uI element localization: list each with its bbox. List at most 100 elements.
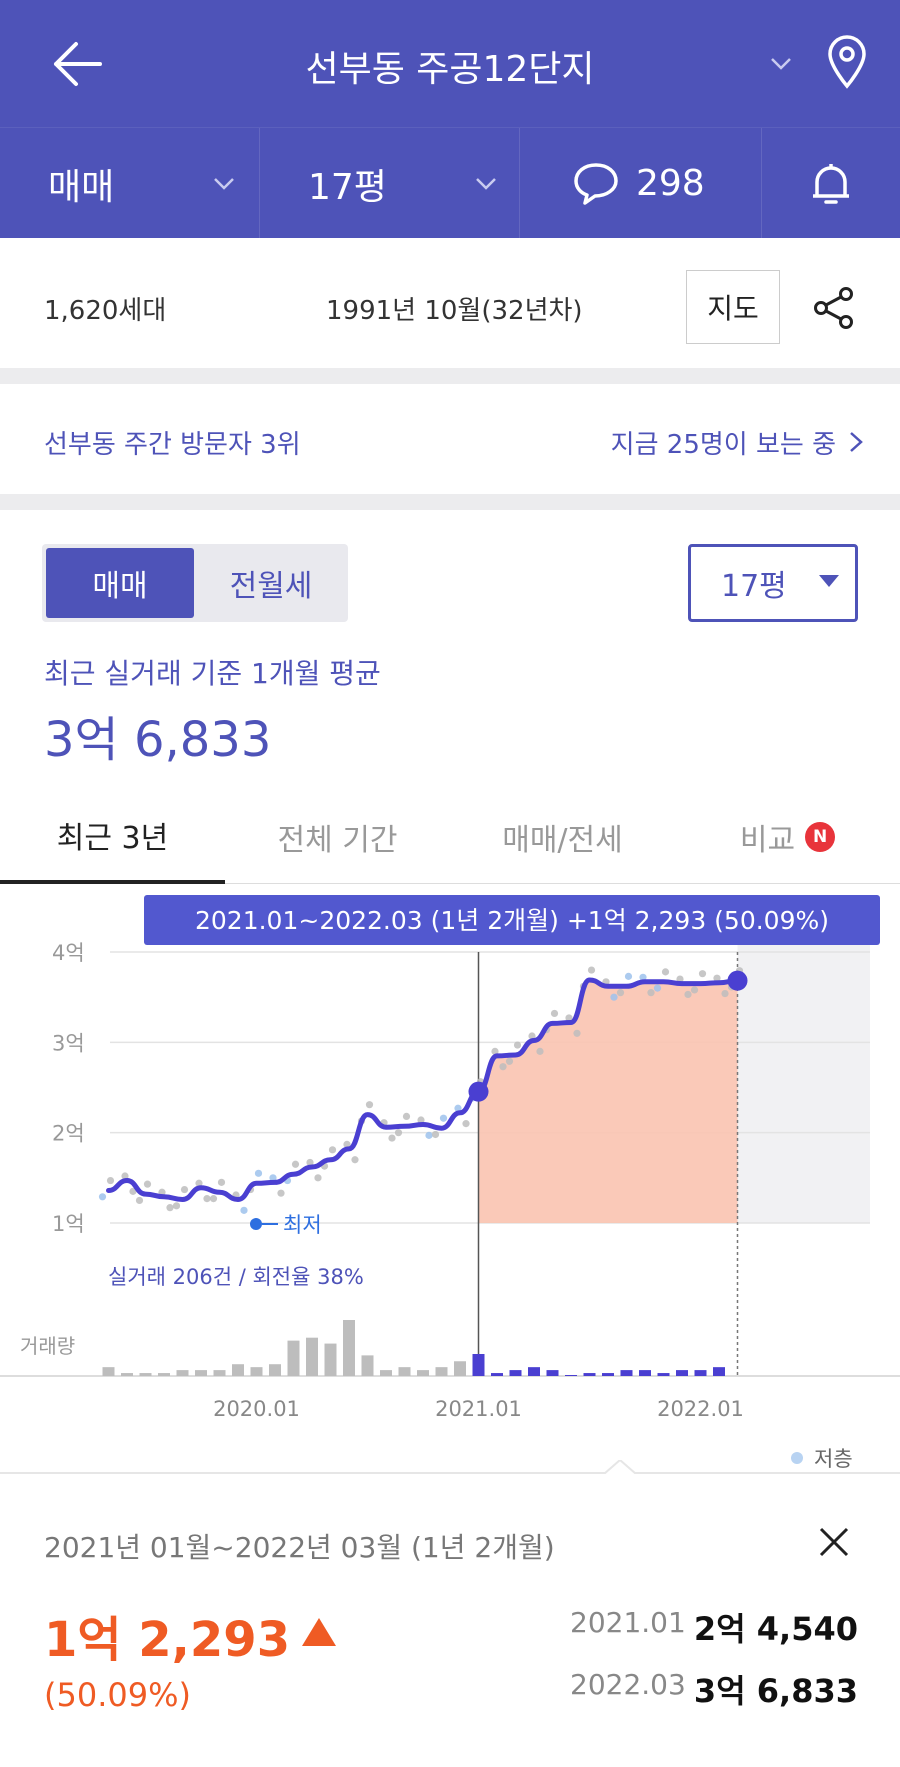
transaction-dot xyxy=(166,1204,174,1212)
transaction-dot xyxy=(684,990,692,999)
transaction-dot xyxy=(402,1112,411,1121)
volume-label: 거래량 xyxy=(20,1334,75,1358)
range-volume-marker xyxy=(472,1354,485,1376)
transaction-dot xyxy=(135,1196,144,1205)
complex-title[interactable]: 선부동 주공12단지 xyxy=(0,40,900,92)
legend-low-floor: 저층 xyxy=(814,1447,853,1471)
volume-bar xyxy=(287,1340,300,1376)
share-icon[interactable] xyxy=(812,286,856,330)
volume-bar xyxy=(435,1367,448,1376)
y-tick-label: 4억 xyxy=(52,941,85,965)
transaction-dot xyxy=(106,1176,115,1185)
comment-count: 298 xyxy=(636,163,705,204)
y-tick-label: 1억 xyxy=(52,1212,85,1236)
section-divider xyxy=(0,494,900,510)
transaction-dot xyxy=(690,986,699,994)
volume-bar xyxy=(158,1373,170,1376)
highlight-area xyxy=(478,980,738,1223)
transaction-dot xyxy=(98,1193,107,1201)
volume-bar xyxy=(528,1367,540,1376)
chevron-right-icon[interactable] xyxy=(848,430,864,454)
volume-bar xyxy=(232,1364,244,1376)
close-icon[interactable] xyxy=(816,1524,852,1560)
caret-down-icon xyxy=(819,575,839,587)
y-tick-label: 3억 xyxy=(52,1031,85,1055)
average-price: 3억 6,833 xyxy=(44,712,272,768)
size-label: 17평 xyxy=(308,166,387,208)
tab-label: 전체 기간 xyxy=(277,823,398,858)
volume-bar xyxy=(361,1355,374,1376)
transaction-dot xyxy=(365,1101,374,1109)
transaction-dot xyxy=(314,1174,322,1182)
household-count: 1,620세대 xyxy=(44,296,167,326)
trade-type-dropdown[interactable]: 매매 xyxy=(0,128,260,239)
transaction-dot xyxy=(536,1047,544,1055)
volume-bar xyxy=(195,1370,207,1376)
change-rate: (50.09%) xyxy=(44,1676,191,1714)
transaction-dot xyxy=(217,1178,226,1186)
volume-bar xyxy=(102,1367,115,1376)
chevron-down-icon[interactable] xyxy=(766,48,796,78)
range-tooltip[interactable]: 2021.01~2022.03 (1년 2개월) +1억 2,293 (50.0… xyxy=(144,895,880,945)
notification-button[interactable] xyxy=(762,128,900,239)
transaction-dot xyxy=(721,989,729,998)
volume-bar xyxy=(694,1370,707,1376)
toggle-sale[interactable]: 매매 xyxy=(46,548,194,618)
tab-all-period[interactable]: 전체 기간 xyxy=(225,790,450,884)
detail-range: 2021년 01월~2022년 03월 (1년 2개월) xyxy=(44,1531,555,1564)
x-tick-label: 2021.01 xyxy=(435,1397,522,1421)
size-select[interactable]: 17평 xyxy=(688,544,858,622)
size-dropdown[interactable]: 17평 xyxy=(260,128,520,239)
transaction-dot xyxy=(254,1169,263,1177)
tooltip-text: 2021.01~2022.03 (1년 2개월) +1억 2,293 (50.0… xyxy=(195,906,829,935)
volume-bar xyxy=(176,1370,189,1376)
transaction-dot xyxy=(351,1156,359,1164)
price-chart[interactable]: 4억 3억 2억 1억 2020.01 2021.01 2022.01 실거래 206건 /… xyxy=(0,884,900,1474)
volume-bar xyxy=(620,1370,633,1376)
transaction-dot xyxy=(462,1120,470,1128)
transaction-dot xyxy=(499,1063,507,1071)
tab-sale-vs-rent[interactable]: 매매/전세 xyxy=(450,790,675,884)
volume-bar xyxy=(250,1367,263,1376)
volume-bar xyxy=(454,1361,466,1376)
volume-bar xyxy=(583,1373,596,1376)
volume-bar xyxy=(639,1370,651,1376)
legend-low-floor-dot xyxy=(791,1452,803,1464)
transaction-dot xyxy=(624,972,633,980)
now-viewing[interactable]: 지금 25명이 보는 중 xyxy=(611,424,836,461)
future-area xyxy=(737,944,870,1223)
transaction-dot xyxy=(698,970,707,978)
volume-bar xyxy=(417,1370,429,1376)
built-date: 1991년 10월(32년차) xyxy=(326,296,583,326)
transaction-dot xyxy=(277,1189,285,1197)
comments-button[interactable]: 298 xyxy=(520,128,762,239)
transaction-dot xyxy=(587,966,596,974)
volume-bar xyxy=(343,1320,355,1376)
transaction-dot xyxy=(550,1009,559,1018)
transaction-dot xyxy=(573,1029,581,1037)
toggle-rent[interactable]: 전월세 xyxy=(198,548,344,618)
volume-bar xyxy=(546,1370,559,1376)
map-button[interactable]: 지도 xyxy=(686,270,780,344)
change-amount: 1억 2,293 xyxy=(44,1612,291,1668)
transaction-dot xyxy=(394,1129,403,1137)
tab-recent-3y[interactable]: 최근 3년 xyxy=(0,790,225,884)
sheet-pointer xyxy=(604,1460,636,1474)
location-pin-icon[interactable] xyxy=(826,34,868,90)
volume-bar xyxy=(565,1375,577,1376)
period-tabs: 최근 3년 전체 기간 매매/전세 비교 N xyxy=(0,790,900,884)
volume-bar xyxy=(509,1370,522,1376)
transaction-dot xyxy=(425,1131,433,1139)
transaction-dot xyxy=(209,1195,218,1203)
transaction-dot xyxy=(388,1134,396,1142)
volume-bar xyxy=(306,1337,318,1376)
average-label: 최근 실거래 기준 1개월 평균 xyxy=(44,657,381,690)
tab-compare[interactable]: 비교 N xyxy=(675,790,900,884)
transaction-dot xyxy=(513,1041,522,1049)
volume-bar xyxy=(676,1370,688,1376)
x-tick-label: 2022.01 xyxy=(657,1397,744,1421)
volume-bar xyxy=(213,1370,226,1376)
volume-bar xyxy=(398,1367,411,1376)
lowest-point-dot xyxy=(250,1218,262,1230)
volume-bar xyxy=(657,1373,670,1376)
